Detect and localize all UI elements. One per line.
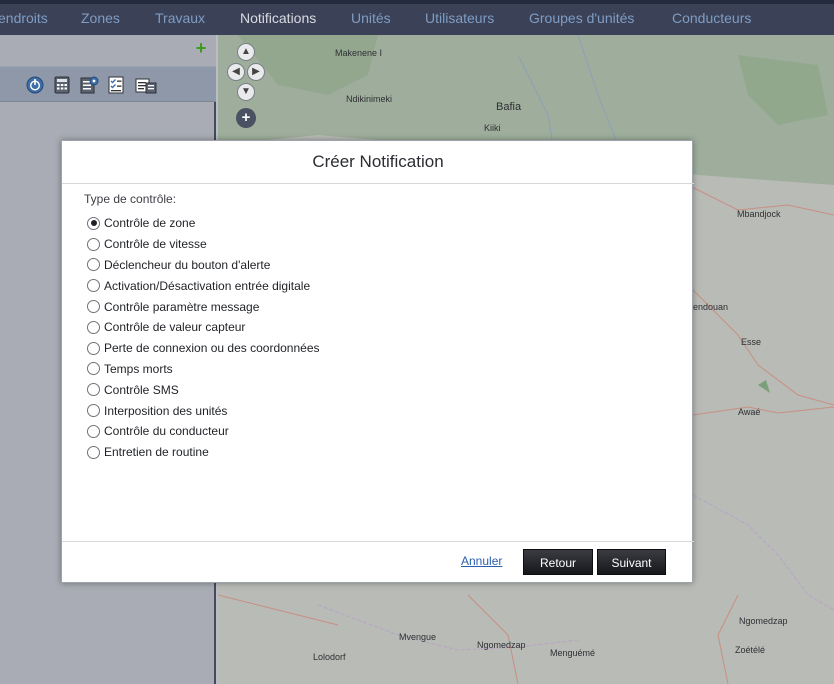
pan-down-icon[interactable]: ▼ (237, 83, 255, 101)
map-label: Makenene I (335, 48, 383, 58)
pan-left-icon[interactable]: ◀ (227, 63, 245, 81)
create-notification-dialog: Créer Notification Type de contrôle: Con… (61, 140, 694, 583)
calculator-icon[interactable] (52, 75, 72, 95)
map-label: Bafia (496, 101, 522, 113)
radio-button[interactable] (87, 258, 100, 272)
map-label: Lolodorf (313, 652, 346, 662)
power-icon[interactable] (25, 75, 45, 95)
cancel-link[interactable]: Annuler (461, 554, 502, 568)
option-label: Activation/Désactivation entrée digitale (104, 278, 311, 293)
radio-button[interactable] (87, 445, 100, 459)
nav-item-groupes-unites[interactable]: Groupes d'unités (529, 10, 634, 26)
control-type-options: Contrôle de zone Contrôle de vitesse Déc… (87, 213, 320, 463)
radio-button[interactable] (87, 320, 100, 334)
option-controle-vitesse[interactable]: Contrôle de vitesse (87, 234, 320, 255)
radio-button[interactable] (87, 341, 100, 355)
map-label: Ngomedzap (477, 640, 526, 650)
option-interposition-unites[interactable]: Interposition des unités (87, 400, 320, 421)
radio-button[interactable] (87, 300, 100, 314)
nav-item-notifications[interactable]: Notifications (240, 10, 316, 26)
nav-item-travaux[interactable]: Travaux (155, 10, 205, 26)
nav-item-utilisateurs[interactable]: Utilisateurs (425, 10, 494, 26)
map-label: Zoétélé (735, 645, 766, 655)
option-bouton-alerte[interactable]: Déclencheur du bouton d'alerte (87, 255, 320, 276)
zoom-in-icon[interactable]: + (236, 108, 256, 128)
radio-button[interactable] (87, 424, 100, 438)
option-label: Contrôle de vitesse (104, 237, 207, 252)
option-temps-morts[interactable]: Temps morts (87, 359, 320, 380)
back-button[interactable]: Retour (523, 549, 593, 575)
option-label: Contrôle paramètre message (104, 299, 260, 314)
radio-button[interactable] (87, 279, 100, 293)
control-type-label: Type de contrôle: (84, 192, 177, 206)
dialog-footer-divider (62, 541, 694, 542)
option-controle-conducteur[interactable]: Contrôle du conducteur (87, 421, 320, 442)
top-nav-bar: endroits Zones Travaux Notifications Uni… (0, 0, 834, 35)
radio-button[interactable] (87, 216, 100, 230)
plus-icon[interactable]: + (194, 39, 208, 57)
option-label: Contrôle de zone (104, 216, 196, 231)
map-label: Ngomedzap (739, 616, 788, 626)
option-controle-sms[interactable]: Contrôle SMS (87, 379, 320, 400)
nav-item-zones[interactable]: Zones (81, 10, 120, 26)
next-button[interactable]: Suivant (597, 549, 666, 575)
option-perte-connexion[interactable]: Perte de connexion ou des coordonnées (87, 338, 320, 359)
option-entretien-routine[interactable]: Entretien de routine (87, 442, 320, 463)
option-entree-digitale[interactable]: Activation/Désactivation entrée digitale (87, 275, 320, 296)
pan-right-icon[interactable]: ▶ (247, 63, 265, 81)
nav-item-conducteurs[interactable]: Conducteurs (672, 10, 751, 26)
map-label: Mvengue (399, 632, 437, 642)
option-label: Interposition des unités (104, 403, 228, 418)
map-label: Esse (741, 337, 762, 347)
dialog-title: Créer Notification (62, 141, 694, 184)
map-label: Kiiki (484, 123, 501, 133)
nav-item-endroits[interactable]: endroits (0, 10, 48, 26)
settings-list-icon[interactable] (79, 75, 99, 95)
option-controle-zone[interactable]: Contrôle de zone (87, 213, 320, 234)
option-label: Entretien de routine (104, 445, 209, 460)
option-label: Contrôle du conducteur (104, 424, 229, 439)
map-label: Mbandjock (737, 209, 781, 219)
option-label: Déclencheur du bouton d'alerte (104, 257, 271, 272)
checklist-icon[interactable] (106, 75, 126, 95)
radio-button[interactable] (87, 237, 100, 251)
map-label: Menguémé (550, 648, 596, 658)
option-label: Contrôle SMS (104, 382, 179, 397)
option-parametre-message[interactable]: Contrôle paramètre message (87, 296, 320, 317)
option-label: Temps morts (104, 361, 173, 376)
pan-up-icon[interactable]: ▲ (237, 43, 255, 61)
radio-button[interactable] (87, 383, 100, 397)
radio-button[interactable] (87, 404, 100, 418)
report-icon[interactable] (134, 75, 158, 95)
option-valeur-capteur[interactable]: Contrôle de valeur capteur (87, 317, 320, 338)
panel-toolbar (0, 66, 216, 102)
map-label: Ndikinimeki (346, 94, 393, 104)
map-label: endouan (693, 302, 729, 312)
nav-item-unites[interactable]: Unités (351, 10, 391, 26)
panel-header: + (0, 35, 216, 66)
option-label: Perte de connexion ou des coordonnées (104, 341, 320, 356)
map-label: Awaé (738, 407, 761, 417)
radio-button[interactable] (87, 362, 100, 376)
option-label: Contrôle de valeur capteur (104, 320, 246, 335)
